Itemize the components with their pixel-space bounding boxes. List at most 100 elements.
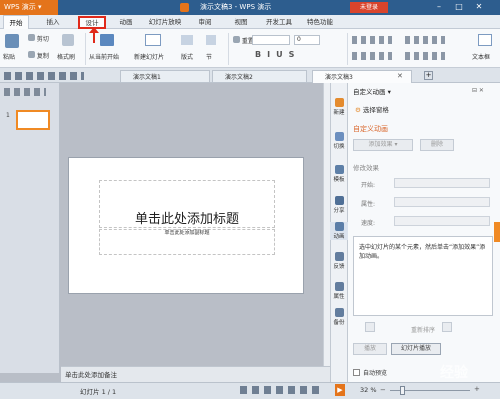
format-painter-button[interactable]: 格式刷 (57, 52, 75, 61)
selection-pane-link[interactable]: ⚙ 选择窗格 (355, 104, 389, 114)
thumbnail-number: 1 (6, 112, 10, 119)
auto-preview-checkbox[interactable] (353, 369, 360, 376)
close-icon[interactable]: ✕ (472, 1, 486, 13)
font-size-select[interactable]: 0 (294, 35, 320, 45)
tab-home[interactable]: 开始 (3, 15, 29, 29)
maximize-icon[interactable]: □ (452, 1, 466, 13)
add-effect-button: 添加效果 ▾ (353, 139, 413, 151)
slideshow-button[interactable]: 幻灯片播放 (391, 343, 441, 355)
paste-button[interactable]: 粘贴 (3, 52, 15, 61)
reset-button[interactable]: 重置 (233, 36, 254, 45)
slide-thumbnail[interactable] (16, 110, 50, 130)
format-painter-icon[interactable] (62, 34, 74, 46)
sidebar-item-properties[interactable]: 属性 (330, 282, 348, 300)
slideshow-play-icon[interactable]: ▶ (335, 384, 345, 396)
tab-features[interactable]: 特色功能 (300, 15, 340, 29)
tab-slideshow[interactable]: 幻灯片放映 (143, 15, 187, 29)
new-slide-icon[interactable] (145, 34, 161, 46)
start-label: 开始: (361, 182, 376, 189)
sidebar-label: 反馈 (333, 264, 345, 270)
app-name: WPS 演示 (4, 3, 36, 11)
sidebar-item-backup[interactable]: 备份 (330, 308, 348, 326)
play-from-current-icon[interactable] (100, 34, 114, 46)
copy-label: 复制 (36, 53, 49, 60)
title-placeholder[interactable]: 单击此处添加标题 (99, 208, 275, 227)
template-icon (334, 165, 344, 174)
minimize-icon[interactable]: – (432, 1, 446, 13)
font-family-select[interactable] (252, 35, 290, 45)
wps-app-menu-button[interactable]: WPS 演示 ▾ (0, 0, 58, 15)
tab-review[interactable]: 审阅 (192, 15, 218, 29)
layout-button[interactable]: 版式 (181, 52, 193, 61)
cut-button[interactable]: 剪切 (28, 34, 49, 43)
zoom-out-icon[interactable]: − (380, 386, 386, 394)
align-icons[interactable] (352, 52, 392, 60)
doc-tab-1[interactable]: 演示文稿1 (120, 70, 210, 83)
view-mode-icons[interactable] (240, 386, 320, 394)
tab-animation[interactable]: 动画 (113, 15, 139, 29)
vertical-scrollbar[interactable] (323, 83, 330, 366)
tab-view[interactable]: 视图 (228, 15, 254, 29)
feedback-icon (334, 252, 344, 261)
sidebar-item-share[interactable]: 分享 (330, 196, 348, 214)
paste-icon[interactable] (5, 34, 19, 48)
sidebar-label: 动画 (333, 234, 345, 240)
animation-list[interactable]: 选中幻灯片的某个元素，然后单击“添加效果”添加动画。 (353, 236, 493, 316)
modify-effect-heading: 修改效果 (353, 164, 379, 172)
transition-icon (334, 132, 344, 141)
zoom-level: 32 % (360, 386, 377, 394)
from-current-button[interactable]: 从当前开始 (89, 52, 119, 61)
watermark-text: 经验 (440, 365, 468, 381)
sidebar-item-feedback[interactable]: 反馈 (330, 252, 348, 270)
ribbon-separator (347, 33, 348, 65)
login-button[interactable]: 未登录 (350, 2, 388, 13)
copy-button[interactable]: 复制 (28, 51, 49, 60)
panel-view-toggle-icons[interactable] (4, 88, 46, 96)
bullet-list-icon[interactable] (352, 36, 392, 44)
window-title: 演示文稿3 - WPS 演示 (200, 3, 272, 11)
move-down-icon (442, 322, 452, 332)
pane-title: 自定义动画 (353, 88, 386, 96)
section-button[interactable]: 节 (206, 52, 212, 61)
sidebar-item-template[interactable]: 模板 (330, 165, 348, 183)
new-slide-button[interactable]: 新建幻灯片 (134, 52, 164, 61)
sidebar-item-transition[interactable]: 切换 (330, 132, 348, 150)
tab-insert[interactable]: 插入 (40, 15, 66, 29)
zoom-in-icon[interactable]: + (474, 385, 480, 393)
textbox-icon[interactable] (478, 34, 492, 46)
tab-developer[interactable]: 开发工具 (261, 15, 297, 29)
textbox-button[interactable]: 文本框 (472, 52, 490, 61)
doc-tab-2[interactable]: 演示文稿2 (212, 70, 307, 83)
sidebar-item-animation[interactable]: 动画 (330, 222, 348, 240)
new-tab-icon[interactable]: + (424, 71, 433, 80)
start-select (394, 178, 490, 188)
section-icon[interactable] (206, 35, 216, 45)
new-icon (334, 98, 344, 107)
indent-icons[interactable] (405, 52, 445, 60)
sidebar-label: 模板 (333, 177, 345, 183)
font-style-buttons[interactable]: BIUS (255, 50, 300, 59)
pane-header-icons[interactable]: ⊟ ✕ (472, 87, 484, 94)
notes-pane[interactable]: 单击此处添加备注 (61, 366, 330, 382)
sidebar-label: 新建 (333, 110, 345, 116)
sidebar-label: 备份 (333, 320, 345, 326)
close-tab-icon[interactable]: ✕ (397, 72, 403, 80)
ribbon-toolbar (0, 29, 500, 68)
subtitle-placeholder[interactable]: 单击此处添加副标题 (99, 229, 275, 236)
sidebar-label: 切换 (333, 144, 345, 150)
paragraph-icons[interactable] (405, 36, 445, 44)
sidebar-label: 属性 (333, 294, 345, 300)
collapse-handle[interactable] (494, 222, 500, 242)
slide-indicator: 幻灯片 1 / 1 (80, 388, 117, 396)
quick-access-icons[interactable] (4, 72, 84, 80)
selection-pane-icon: ⚙ (355, 106, 361, 114)
zoom-slider-thumb[interactable] (400, 386, 405, 395)
custom-animation-heading: 自定义动画 (353, 125, 388, 133)
ribbon-separator (85, 33, 86, 65)
properties-icon (334, 282, 344, 291)
reset-icon (233, 36, 240, 43)
sidebar-item-new[interactable]: 新建 (330, 98, 348, 116)
layout-icon[interactable] (181, 35, 193, 45)
copy-icon (28, 51, 35, 58)
reorder-label: 重新排序 (411, 327, 436, 334)
